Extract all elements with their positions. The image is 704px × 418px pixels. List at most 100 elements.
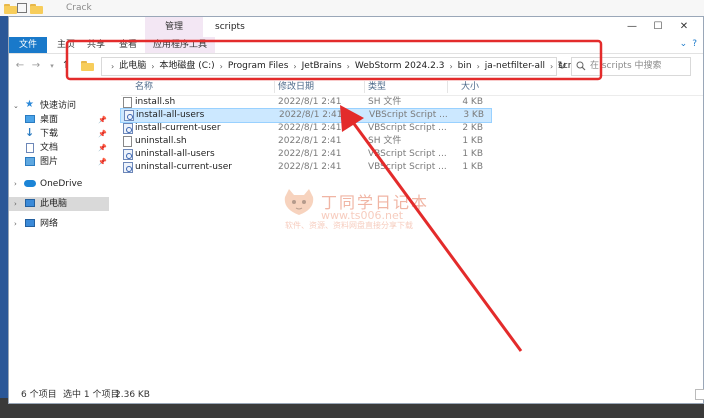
search-placeholder: 在 scripts 中搜索 [590, 61, 662, 71]
file-date: 2022/8/1 2:41 [279, 110, 343, 120]
sidebar-item-downloads[interactable]: ↓ 下载 📌 [9, 126, 109, 141]
watermark-logo [284, 189, 314, 215]
status-item-count: 6 个项目 [21, 390, 57, 400]
window-title: scripts [215, 22, 245, 32]
chevron-right-icon[interactable]: › [14, 197, 17, 211]
sidebar-item-desktop[interactable]: 桌面 📌 [9, 113, 109, 127]
breadcrumb-local-disk[interactable]: 本地磁盘 (C:) [159, 58, 214, 75]
up-button[interactable]: ↑ [59, 57, 73, 75]
breadcrumb-program-files[interactable]: Program Files [228, 58, 289, 75]
chevron-right-icon[interactable]: › [14, 177, 17, 191]
breadcrumb-this-pc[interactable]: 此电脑 [119, 58, 146, 75]
chevron-down-icon[interactable]: ⌄ [13, 99, 19, 113]
chevron-right-icon[interactable]: › [293, 58, 296, 75]
tab-application-tools[interactable]: 应用程序工具 [145, 37, 216, 53]
chevron-right-icon[interactable]: › [220, 58, 223, 75]
back-button[interactable]: ← [13, 57, 27, 75]
sidebar-item-label: OneDrive [40, 179, 83, 189]
manage-context-tab[interactable]: 管理 [145, 17, 203, 37]
ribbon-tabs: 文件 主页 共享 查看 应用程序工具 ⌄ ? [9, 37, 703, 54]
file-row-install-all-users[interactable]: install-all-users 2022/8/1 2:41 VBScript… [120, 108, 492, 123]
watermark-subtitle: 软件、资源、资料网盘直接分享下载 [285, 221, 413, 230]
checkbox-icon [17, 3, 27, 13]
network-icon [25, 219, 35, 227]
forward-button[interactable]: → [29, 57, 43, 75]
vbscript-file-icon [124, 110, 134, 121]
sidebar-item-pictures[interactable]: 图片 📌 [9, 155, 109, 169]
watermark: 丁同学日记本 www.ts006.net 软件、资源、资料网盘直接分享下载 [277, 187, 447, 247]
column-date-modified[interactable]: 修改日期 [278, 79, 314, 95]
breadcrumb-bin[interactable]: bin [458, 58, 472, 75]
sidebar-item-this-pc[interactable]: › 此电脑 [9, 197, 109, 211]
refresh-icon[interactable]: ↻ [555, 57, 569, 75]
sidebar-item-quick-access[interactable]: ⌄ ★ 快速访问 [9, 99, 109, 113]
sidebar-item-label: 文档 [40, 143, 59, 153]
file-row-uninstall-current-user[interactable]: uninstall-current-user 2022/8/1 2:41 VBS… [121, 161, 491, 174]
pin-icon[interactable]: 📌 [98, 141, 107, 155]
file-row-install-current-user[interactable]: install-current-user 2022/8/1 2:41 VBScr… [121, 122, 491, 135]
sh-file-icon [123, 97, 132, 108]
file-type: VBScript Script ... [368, 123, 447, 133]
column-divider[interactable] [447, 81, 448, 93]
desktop-icon [25, 115, 35, 123]
computer-icon [25, 199, 35, 207]
status-selected-count: 选中 1 个项目 [63, 390, 120, 400]
background-window-title: Crack [66, 3, 92, 13]
breadcrumb-webstorm[interactable]: WebStorm 2024.2.3 [355, 58, 445, 75]
file-size: 3 KB [463, 110, 484, 120]
documents-icon [26, 143, 34, 153]
column-divider[interactable] [364, 81, 365, 93]
chevron-right-icon[interactable]: › [151, 58, 154, 75]
large-icons-view-icon[interactable] [695, 389, 704, 400]
sidebar-item-label: 下载 [40, 129, 59, 139]
file-name: install-all-users [136, 110, 205, 120]
address-bar[interactable]: › 此电脑 › 本地磁盘 (C:) › Program Files › JetB… [101, 57, 641, 76]
file-date: 2022/8/1 2:41 [278, 123, 342, 133]
pin-icon[interactable]: 📌 [98, 155, 107, 169]
close-button[interactable]: ✕ [669, 17, 699, 37]
breadcrumb-jetbrains[interactable]: JetBrains [302, 58, 342, 75]
search-input[interactable]: 在 scripts 中搜索 [571, 57, 691, 76]
file-name: uninstall-current-user [135, 162, 232, 172]
help-icon[interactable]: ? [692, 39, 697, 49]
tab-home[interactable]: 主页 [57, 37, 75, 53]
chevron-right-icon: › [111, 62, 115, 71]
file-row-uninstall-all-users[interactable]: uninstall-all-users 2022/8/1 2:41 VBScri… [121, 148, 491, 161]
background-window-titlebar: Crack [0, 0, 704, 17]
column-divider[interactable] [274, 81, 275, 93]
status-selected-size: 2.36 KB [115, 390, 150, 400]
file-type: SH 文件 [368, 136, 402, 146]
tab-file[interactable]: 文件 [9, 37, 47, 53]
file-row-uninstall-sh[interactable]: uninstall.sh 2022/8/1 2:41 SH 文件 1 KB [121, 135, 491, 148]
navigation-pane: ⌄ ★ 快速访问 桌面 📌 ↓ 下载 📌 文档 📌 图片 📌 › OneDriv [9, 79, 109, 379]
title-bar: 管理 scripts — ☐ ✕ [9, 17, 703, 37]
column-header: 名称 修改日期 类型 大小 [121, 79, 703, 96]
chevron-right-icon[interactable]: › [14, 217, 17, 231]
breadcrumb-ja-netfilter-all[interactable]: ja-netfilter-all [485, 58, 545, 75]
column-size[interactable]: 大小 [461, 79, 479, 95]
sidebar-item-label: 快速访问 [40, 101, 77, 111]
sh-file-icon [123, 136, 132, 147]
column-name[interactable]: 名称 [135, 79, 153, 95]
file-name: uninstall.sh [135, 136, 187, 146]
sidebar-item-documents[interactable]: 文档 📌 [9, 141, 109, 155]
recent-locations-button[interactable]: ▾ [45, 57, 59, 75]
chevron-right-icon[interactable]: › [347, 58, 350, 75]
pin-icon[interactable]: 📌 [98, 127, 107, 141]
sidebar-item-network[interactable]: › 网络 [9, 217, 109, 231]
chevron-down-icon[interactable]: ⌄ [680, 39, 688, 49]
sidebar-item-label: 桌面 [40, 115, 59, 125]
chevron-right-icon[interactable]: › [477, 58, 480, 75]
chevron-right-icon[interactable]: › [550, 58, 553, 75]
column-type[interactable]: 类型 [368, 79, 386, 95]
sidebar-item-onedrive[interactable]: › OneDrive [9, 177, 109, 191]
vbscript-file-icon [123, 162, 133, 173]
tab-view[interactable]: 查看 [119, 37, 137, 53]
file-date: 2022/8/1 2:41 [278, 136, 342, 146]
chevron-right-icon[interactable]: › [449, 58, 452, 75]
sidebar-item-label: 此电脑 [40, 199, 68, 209]
file-date: 2022/8/1 2:41 [278, 162, 342, 172]
file-type: VBScript Script ... [368, 162, 447, 172]
tab-share[interactable]: 共享 [87, 37, 105, 53]
pin-icon[interactable]: 📌 [98, 113, 107, 127]
